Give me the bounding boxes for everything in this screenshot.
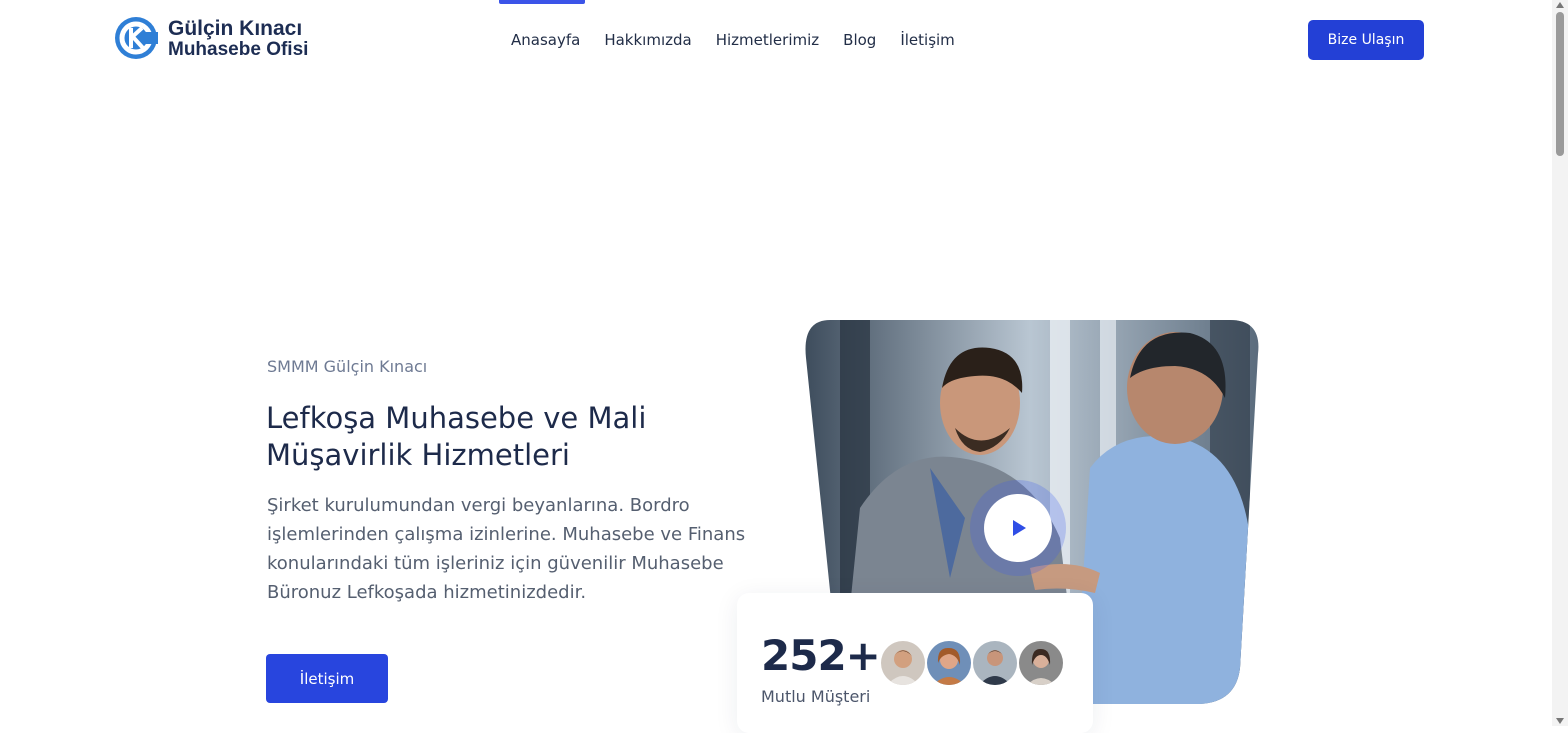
main-nav: Anasayfa Hakkımızda Hizmetlerimiz Blog İ… bbox=[511, 31, 979, 49]
avatar bbox=[879, 639, 927, 687]
scroll-down-arrow-icon[interactable] bbox=[1556, 718, 1564, 724]
scroll-up-arrow-icon[interactable] bbox=[1556, 2, 1564, 8]
nav-item-iletisim[interactable]: İletişim bbox=[900, 31, 954, 49]
happy-clients-card: 252+ Mutlu Müşteri bbox=[737, 593, 1093, 733]
hero-description: Şirket kurulumundan vergi beyanlarına. B… bbox=[267, 495, 746, 603]
brand-line1: Gülçin Kınacı bbox=[168, 16, 303, 40]
nav-item-hakkimizda[interactable]: Hakkımızda bbox=[604, 31, 691, 49]
hero-title: Lefkoşa Muhasebe ve Mali Müşavirlik Hizm… bbox=[266, 401, 647, 472]
nav-item-anasayfa[interactable]: Anasayfa bbox=[511, 31, 580, 49]
site-header: Gülçin Kınacı Muhasebe Ofisi Anasayfa Ha… bbox=[0, 0, 1552, 82]
client-avatars bbox=[879, 639, 1065, 687]
clients-label: Mutlu Müşteri bbox=[761, 687, 871, 706]
scroll-thumb[interactable] bbox=[1556, 12, 1564, 156]
avatar bbox=[925, 639, 973, 687]
hero-contact-button[interactable]: İletişim bbox=[266, 654, 388, 703]
play-icon bbox=[1013, 520, 1026, 536]
contact-us-button[interactable]: Bize Ulaşın bbox=[1308, 20, 1424, 60]
nav-item-blog[interactable]: Blog bbox=[843, 31, 876, 49]
logo-icon bbox=[115, 17, 158, 59]
avatar bbox=[971, 639, 1019, 687]
brand-line2: Muhasebe Ofisi bbox=[168, 38, 309, 60]
hero-eyebrow: SMMM Gülçin Kınacı bbox=[267, 357, 428, 376]
nav-active-indicator bbox=[499, 0, 585, 4]
brand-name: Gülçin Kınacı Muhasebe Ofisi bbox=[168, 18, 308, 59]
nav-item-hizmetlerimiz[interactable]: Hizmetlerimiz bbox=[716, 31, 819, 49]
clients-count: 252+ bbox=[761, 631, 881, 680]
page-scrollbar[interactable] bbox=[1552, 0, 1568, 726]
play-video-button[interactable] bbox=[984, 494, 1052, 562]
brand-logo[interactable]: Gülçin Kınacı Muhasebe Ofisi bbox=[114, 16, 308, 60]
avatar bbox=[1017, 639, 1065, 687]
